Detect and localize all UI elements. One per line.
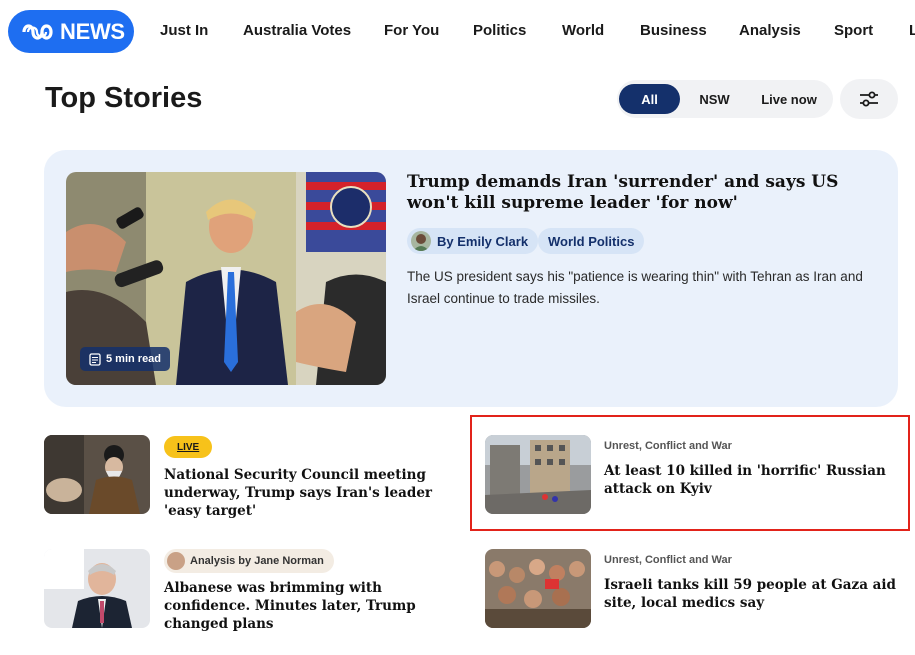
logo-text: NEWS bbox=[60, 18, 125, 44]
hero-description: The US president says his "patience is w… bbox=[407, 269, 863, 306]
author-avatar bbox=[411, 231, 431, 251]
filter-live-now[interactable]: Live now bbox=[751, 84, 827, 114]
story-photo bbox=[44, 435, 150, 514]
read-time-text: 5 min read bbox=[106, 353, 162, 365]
highlight-box bbox=[470, 415, 910, 531]
article-icon bbox=[89, 352, 101, 366]
live-badge[interactable]: LIVE bbox=[164, 436, 213, 458]
filter-group: All NSW Live now bbox=[617, 80, 833, 118]
analysis-author: Analysis by Jane Norman bbox=[190, 555, 324, 567]
nav-item-sport[interactable]: Sport bbox=[834, 22, 873, 39]
abc-logo-icon bbox=[22, 23, 53, 40]
story-headline[interactable]: Israeli tanks kill 59 people at Gaza aid… bbox=[604, 576, 904, 612]
page-title: Top Stories bbox=[45, 82, 203, 114]
analyst-avatar bbox=[167, 552, 185, 570]
nav-item-business[interactable]: Business bbox=[640, 22, 707, 39]
read-time-badge: 5 min read bbox=[80, 347, 171, 371]
nav-item-australia-votes[interactable]: Australia Votes bbox=[243, 22, 351, 39]
story-kicker[interactable]: Unrest, Conflict and War bbox=[604, 554, 732, 566]
nav-item-analysis[interactable]: Analysis bbox=[739, 22, 801, 39]
story-headline[interactable]: Albanese was brimming with confidence. M… bbox=[164, 579, 454, 633]
filter-all[interactable]: All bbox=[619, 84, 680, 114]
nav-item-overflow[interactable]: L bbox=[909, 22, 915, 39]
hero-story-card[interactable]: 5 min read Trump demands Iran 'surrender… bbox=[44, 150, 898, 407]
filter-nsw[interactable]: NSW bbox=[687, 84, 742, 114]
top-nav: NEWS Just In Australia Votes For You Pol… bbox=[0, 0, 915, 62]
hero-headline[interactable]: Trump demands Iran 'surrender' and says … bbox=[407, 172, 887, 214]
author-name: By Emily Clark bbox=[437, 233, 529, 249]
nav-item-just-in[interactable]: Just In bbox=[160, 22, 208, 39]
nav-item-politics[interactable]: Politics bbox=[473, 22, 526, 39]
story-photo bbox=[44, 549, 150, 628]
story-thumbnail[interactable] bbox=[44, 549, 150, 628]
story-thumbnail[interactable] bbox=[485, 549, 591, 628]
author-pill[interactable]: By Emily Clark bbox=[407, 228, 539, 254]
filter-settings-button[interactable] bbox=[840, 79, 898, 119]
hero-image[interactable]: 5 min read bbox=[66, 172, 386, 385]
nav-item-world[interactable]: World bbox=[562, 22, 604, 39]
story-photo bbox=[485, 549, 591, 628]
topic-pill[interactable]: World Politics bbox=[538, 228, 645, 254]
story-headline[interactable]: National Security Council meeting underw… bbox=[164, 466, 454, 520]
nav-item-for-you[interactable]: For You bbox=[384, 22, 439, 39]
sliders-icon bbox=[860, 91, 878, 107]
abc-news-logo[interactable]: NEWS bbox=[8, 10, 134, 53]
story-thumbnail[interactable] bbox=[44, 435, 150, 514]
analysis-pill[interactable]: Analysis by Jane Norman bbox=[164, 549, 334, 573]
